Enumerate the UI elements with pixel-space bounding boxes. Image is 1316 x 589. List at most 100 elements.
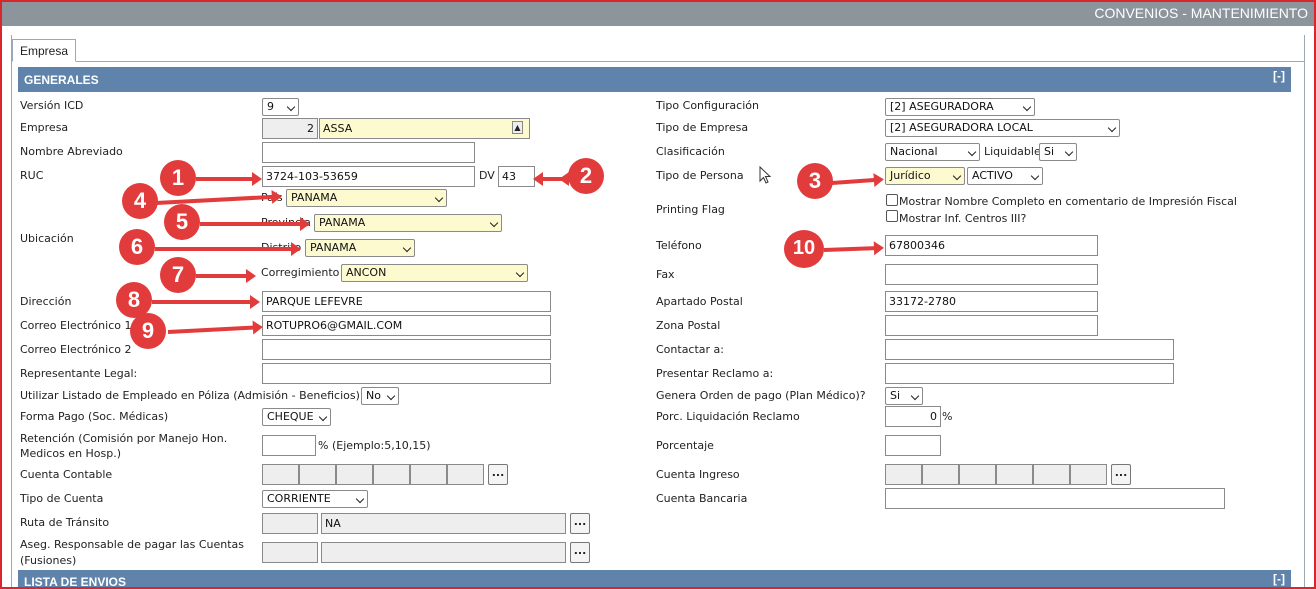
porc-liquidacion-suffix: % [942, 410, 953, 423]
empresa-code-field[interactable]: 2 [262, 118, 318, 139]
printing-flag-label: Printing Flag [656, 203, 725, 216]
liquidable-select[interactable]: Si [1039, 143, 1077, 161]
cuenta-ingreso-seg-6[interactable] [1070, 464, 1107, 485]
cuenta-ingreso-seg-5[interactable] [1033, 464, 1070, 485]
cuenta-contable-label: Cuenta Contable [20, 468, 113, 481]
empresa-name-field[interactable]: ASSA [319, 118, 530, 139]
zona-postal-field[interactable] [885, 315, 1098, 336]
ruta-transito-name-field[interactable]: NA [321, 513, 566, 534]
lookup-icon[interactable]: ▲ [512, 121, 523, 134]
fax-field[interactable] [885, 264, 1098, 285]
tipo-empresa-label: Tipo de Empresa [656, 121, 749, 134]
mostrar-centros-checkbox[interactable] [886, 210, 898, 222]
tipo-configuracion-select[interactable]: [2] ASEGURADORA [885, 98, 1035, 116]
provincia-select[interactable]: PANAMA [314, 214, 502, 232]
tipo-persona-label: Tipo de Persona [656, 169, 744, 182]
forma-pago-label: Forma Pago (Soc. Médicas) [20, 410, 169, 423]
annotation-badge-4: 4 [122, 183, 158, 219]
cuenta-ingreso-seg-4[interactable] [996, 464, 1033, 485]
mostrar-nombre-label: Mostrar Nombre Completo en comentario de… [899, 195, 1237, 208]
forma-pago-select[interactable]: CHEQUE [262, 408, 331, 426]
estado-select[interactable]: ACTIVO [967, 167, 1043, 185]
apartado-field[interactable]: 33172-2780 [885, 291, 1098, 312]
nombre-abreviado-field[interactable] [262, 142, 475, 163]
cuenta-contable-seg-5[interactable] [410, 464, 447, 485]
mouse-cursor-icon [759, 166, 772, 184]
retencion-label-line2: Medicos en Hosp.) [20, 447, 122, 460]
section-generales-header: GENERALES [-] [18, 67, 1291, 92]
porcentaje-field[interactable] [885, 435, 941, 456]
presentar-reclamo-field[interactable] [885, 363, 1174, 384]
cuenta-ingreso-seg-2[interactable] [922, 464, 959, 485]
nombre-abreviado-label: Nombre Abreviado [20, 145, 123, 158]
correo1-field[interactable]: ROTUPRO6@GMAIL.COM [262, 315, 551, 336]
cuenta-contable-seg-3[interactable] [336, 464, 373, 485]
cuenta-ingreso-seg-3[interactable] [959, 464, 996, 485]
pais-select[interactable]: PANAMA [286, 189, 447, 207]
window-title: CONVENIOS - MANTENIMIENTO [1094, 5, 1308, 21]
ruc-label: RUC [20, 169, 44, 182]
annotation-badge-2: 2 [568, 158, 604, 194]
contactar-label: Contactar a: [656, 343, 725, 356]
cuenta-contable-seg-1[interactable] [262, 464, 299, 485]
tipo-cuenta-select[interactable]: CORRIENTE [262, 490, 368, 508]
section-lista-envios-header: LISTA DE ENVIOS [-] [18, 570, 1291, 589]
distrito-select[interactable]: PANAMA [305, 239, 415, 257]
cuenta-contable-seg-4[interactable] [373, 464, 410, 485]
direccion-field[interactable]: PARQUE LEFEVRE [262, 291, 551, 312]
tipo-configuracion-label: Tipo Configuración [656, 99, 759, 112]
cuenta-ingreso-label: Cuenta Ingreso [656, 468, 740, 481]
cuenta-contable-seg-6[interactable] [447, 464, 484, 485]
dv-field[interactable]: 43 [498, 166, 535, 187]
clasificacion-select[interactable]: Nacional [885, 143, 980, 161]
cuenta-ingreso-seg-1[interactable] [885, 464, 922, 485]
tab-strip-line [11, 61, 1305, 62]
mostrar-nombre-checkbox[interactable] [886, 194, 898, 206]
annotation-badge-3: 3 [797, 163, 833, 199]
zona-postal-label: Zona Postal [656, 319, 721, 332]
cuenta-ingreso-lookup-button[interactable]: ... [1111, 464, 1131, 485]
ruc-field[interactable]: 3724-103-53659 [262, 166, 475, 187]
collapse-toggle[interactable]: [-] [1273, 572, 1285, 586]
aseg-responsable-lookup-button[interactable]: ... [570, 542, 590, 563]
retencion-hint: % (Ejemplo:5,10,15) [318, 439, 431, 452]
representante-field[interactable] [262, 363, 551, 384]
collapse-toggle[interactable]: [-] [1273, 69, 1285, 83]
tipo-persona-select[interactable]: Jurídico [885, 167, 965, 185]
corregimiento-select[interactable]: ANCON [341, 264, 528, 282]
genera-orden-select[interactable]: Si [885, 387, 923, 405]
telefono-field[interactable]: 67800346 [885, 235, 1098, 256]
cuenta-contable-lookup-button[interactable]: ... [488, 464, 508, 485]
genera-orden-label: Genera Orden de pago (Plan Médico)? [656, 389, 866, 402]
annotation-arrow-8 [152, 295, 260, 309]
ruta-transito-label: Ruta de Tránsito [20, 516, 110, 529]
porcentaje-label: Porcentaje [656, 439, 714, 452]
cuenta-contable-seg-2[interactable] [299, 464, 336, 485]
apartado-label: Apartado Postal [656, 295, 743, 308]
contactar-field[interactable] [885, 339, 1174, 360]
annotation-badge-9: 9 [130, 313, 166, 349]
aseg-responsable-code-field[interactable] [262, 542, 318, 563]
version-icd-select[interactable]: 9 [262, 98, 299, 116]
window-titlebar: CONVENIOS - MANTENIMIENTO [0, 0, 1316, 26]
annotation-badge-5: 5 [164, 204, 200, 240]
presentar-reclamo-label: Presentar Reclamo a: [656, 367, 774, 380]
section-title: LISTA DE ENVIOS [24, 575, 127, 589]
correo2-field[interactable] [262, 339, 551, 360]
annotation-arrow-7 [196, 269, 256, 283]
aseg-responsable-name-field[interactable] [321, 542, 566, 563]
cuenta-bancaria-field[interactable] [885, 488, 1225, 509]
fax-label: Fax [656, 268, 675, 281]
retencion-field[interactable] [262, 435, 316, 456]
listado-empleado-select[interactable]: No [361, 387, 399, 405]
annotation-arrow-1 [196, 172, 262, 186]
ruta-transito-lookup-button[interactable]: ... [570, 513, 590, 534]
tab-empresa[interactable]: Empresa [12, 39, 77, 62]
aseg-responsable-label-line1: Aseg. Responsable de pagar las Cuentas [20, 538, 245, 551]
porc-liquidacion-field[interactable]: 0 [885, 406, 941, 427]
ruta-transito-code-field[interactable] [262, 513, 318, 534]
representante-label: Representante Legal: [20, 367, 138, 380]
tipo-empresa-select[interactable]: [2] ASEGURADORA LOCAL [885, 119, 1120, 137]
liquidable-label: Liquidable [984, 145, 1041, 158]
annotation-badge-1: 1 [160, 160, 196, 196]
